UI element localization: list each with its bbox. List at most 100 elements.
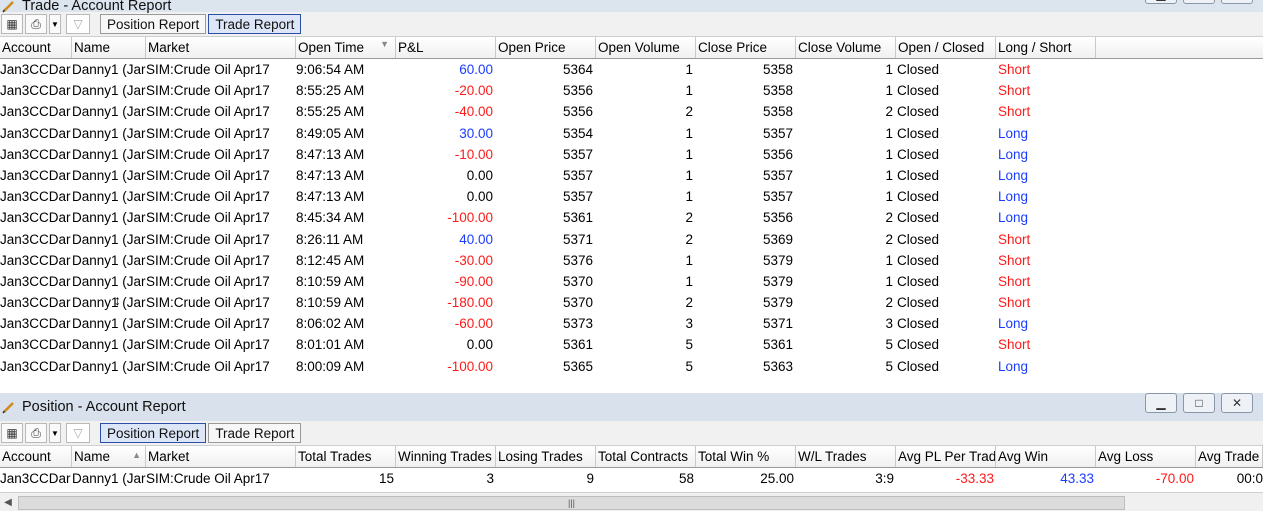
col-avg-trade[interactable]: Avg Trade	[1196, 446, 1263, 467]
col-market[interactable]: Market	[146, 446, 296, 467]
table-row[interactable]: Jan3CCDar Danny1 (Jar SIM:Crude Oil Apr17 8…	[0, 229, 1263, 250]
cell-long-short: Short	[998, 62, 1031, 77]
table-row[interactable]: Jan3CCDar Danny1 (Jar SIM:Crude Oil Apr17 8…	[0, 313, 1263, 334]
table-row[interactable]: Jan3CCDar Danny1 (Jar SIM:Crude Oil Apr17 8…	[0, 271, 1263, 292]
col-market[interactable]: Market	[146, 37, 296, 58]
col-pl[interactable]: P&L	[396, 37, 496, 58]
cell-avg-loss: -70.00	[1155, 471, 1194, 486]
table-row[interactable]: Jan3CCDar Danny1 (Jar SIM:Crude Oil Apr17 8…	[0, 207, 1263, 228]
col-long-short[interactable]: Long / Short	[996, 37, 1096, 58]
col-name[interactable]: Name	[72, 37, 146, 58]
filter-icon[interactable]: ▽	[66, 423, 90, 443]
col-losing-trades[interactable]: Losing Trades	[496, 446, 596, 467]
col-wl-trades[interactable]: W/L Trades	[796, 446, 896, 467]
cell-open-price: 5371	[562, 231, 593, 247]
col-winning-trades[interactable]: Winning Trades	[396, 446, 496, 467]
cell-market: SIM:Crude Oil Apr17	[146, 231, 270, 247]
col-avg-pl[interactable]: Avg PL Per Trade	[896, 446, 996, 467]
cell-close-price: 5379	[762, 252, 793, 268]
cell-open-closed: Closed	[897, 252, 940, 268]
chevron-down-icon[interactable]: ▼	[49, 423, 61, 443]
resize-cursor-icon: ↕	[114, 292, 121, 308]
cell-open-price: 5365	[562, 358, 593, 374]
table-row[interactable]: Jan3CCDar Danny1 (Jar SIM:Crude Oil Apr17 8…	[0, 123, 1263, 144]
col-total-win-pct[interactable]: Total Win %	[696, 446, 796, 467]
col-total-contracts[interactable]: Total Contracts	[596, 446, 696, 467]
print-icon[interactable]: ⎙	[25, 423, 47, 443]
tab-trade-report[interactable]: Trade Report	[208, 14, 302, 34]
col-close-price[interactable]: Close Price	[696, 37, 796, 58]
cell-name: Danny1 (Jar	[72, 189, 146, 205]
col-open-volume[interactable]: Open Volume	[596, 37, 696, 58]
table-row[interactable]: Jan3CCDar Danny1 (Jar SIM:Crude Oil Apr17 8…	[0, 165, 1263, 186]
cell-open-closed: Closed	[897, 125, 940, 141]
position-window-titlebar[interactable]: Position - Account Report ▁ □ ✕	[0, 393, 1263, 421]
cell-market: SIM:Crude Oil Apr17	[146, 146, 270, 162]
cell-pl: 0.00	[466, 167, 493, 183]
cell-open-time: 8:47:13 AM	[296, 189, 365, 205]
minimize-button[interactable]: ▁	[1145, 393, 1177, 413]
tab-position-report[interactable]: Position Report	[100, 423, 207, 443]
cell-long-short: Long	[998, 167, 1029, 183]
cell-pl: -60.00	[454, 316, 493, 332]
properties-icon[interactable]: ▦	[1, 14, 23, 34]
scrollbar-thumb[interactable]: |||	[18, 496, 1125, 510]
print-icon[interactable]: ⎙	[25, 14, 47, 34]
table-row[interactable]: Jan3CCDar Danny1 (Jar SIM:Crude Oil Apr17 8…	[0, 356, 1263, 377]
tab-trade-report[interactable]: Trade Report	[208, 423, 302, 443]
tab-position-report[interactable]: Position Report	[100, 14, 207, 34]
table-row[interactable]: Jan3CCDar Danny1 (Jar SIM:Crude Oil Apr17 8…	[0, 186, 1263, 207]
cell-total-win-pct: 25.00	[760, 471, 794, 486]
cell-open-closed: Closed	[897, 316, 940, 332]
cell-close-price: 5356	[762, 146, 793, 162]
cell-pl: 60.00	[459, 62, 493, 77]
filter-icon[interactable]: ▽	[66, 14, 90, 34]
cell-close-price: 5357	[762, 189, 793, 205]
table-row[interactable]: Jan3CCDar Danny1 (Jar SIM:Crude Oil Apr17 8…	[0, 250, 1263, 271]
cell-open-closed: Closed	[897, 337, 940, 353]
cell-close-volume: 1	[885, 273, 893, 289]
col-open-time[interactable]: Open Time ▼	[296, 37, 396, 58]
cell-open-price: 5357	[562, 146, 593, 162]
chevron-down-icon[interactable]: ▼	[49, 14, 61, 34]
table-row[interactable]: Jan3CCDar Danny1 (Jar SIM:Crude Oil Apr17 8…	[0, 292, 1263, 313]
cell-account: Jan3CCDar	[0, 358, 71, 374]
maximize-button[interactable]: □	[1183, 0, 1215, 4]
cell-market: SIM:Crude Oil Apr17	[146, 210, 270, 226]
trade-window-titlebar[interactable]: Trade - Account Report ▁ □ ✕	[0, 0, 1263, 14]
col-account[interactable]: Account	[0, 37, 72, 58]
cell-open-volume: 1	[685, 189, 693, 205]
col-open-closed[interactable]: Open / Closed	[896, 37, 996, 58]
table-row[interactable]: Jan3CCDar Danny1 (Jar SIM:Crude Oil Apr17 8…	[0, 144, 1263, 165]
close-button[interactable]: ✕	[1221, 393, 1253, 413]
table-row[interactable]: Jan3CCDar Danny1 (Jar SIM:Crude Oil Apr17 8…	[0, 101, 1263, 122]
col-total-trades[interactable]: Total Trades	[296, 446, 396, 467]
cell-open-price: 5370	[562, 295, 593, 311]
minimize-button[interactable]: ▁	[1145, 0, 1177, 4]
table-row[interactable]: Jan3CCDar Danny1 (Jar SIM:Crude Oil Apr17 8…	[0, 334, 1263, 355]
cell-close-price: 5358	[762, 62, 793, 77]
maximize-button[interactable]: □	[1183, 393, 1215, 413]
close-button[interactable]: ✕	[1221, 0, 1253, 4]
cell-market: SIM:Crude Oil Apr17	[146, 273, 270, 289]
col-avg-loss[interactable]: Avg Loss	[1096, 446, 1196, 467]
col-avg-win[interactable]: Avg Win	[996, 446, 1096, 467]
cell-open-volume: 5	[685, 358, 693, 374]
cell-open-time: 8:47:13 AM	[296, 167, 365, 183]
cell-account: Jan3CCDar	[0, 189, 71, 205]
cell-close-price: 5379	[762, 273, 793, 289]
table-row[interactable]: Jan3CCDar Danny1 (Jar SIM:Crude Oil Apr17 8…	[0, 80, 1263, 101]
col-name[interactable]: Name ▲	[72, 446, 146, 467]
cell-market: SIM:Crude Oil Apr17	[146, 337, 270, 353]
table-row[interactable]: Jan3CCDar Danny1 (Jar SIM:Crude Oil Apr17 9…	[0, 59, 1263, 80]
col-account[interactable]: Account	[0, 446, 72, 467]
cell-open-volume: 2	[685, 104, 693, 120]
col-close-volume[interactable]: Close Volume	[796, 37, 896, 58]
cell-close-price: 5371	[762, 316, 793, 332]
cell-pl: 0.00	[466, 189, 493, 205]
properties-icon[interactable]: ▦	[1, 423, 23, 443]
col-open-price[interactable]: Open Price	[496, 37, 596, 58]
horizontal-scrollbar[interactable]: ◀ |||	[0, 492, 1263, 511]
scroll-left-icon[interactable]: ◀	[0, 493, 16, 511]
table-row[interactable]: Jan3CCDar Danny1 (Jar SIM:Crude Oil Apr1…	[0, 468, 1263, 489]
